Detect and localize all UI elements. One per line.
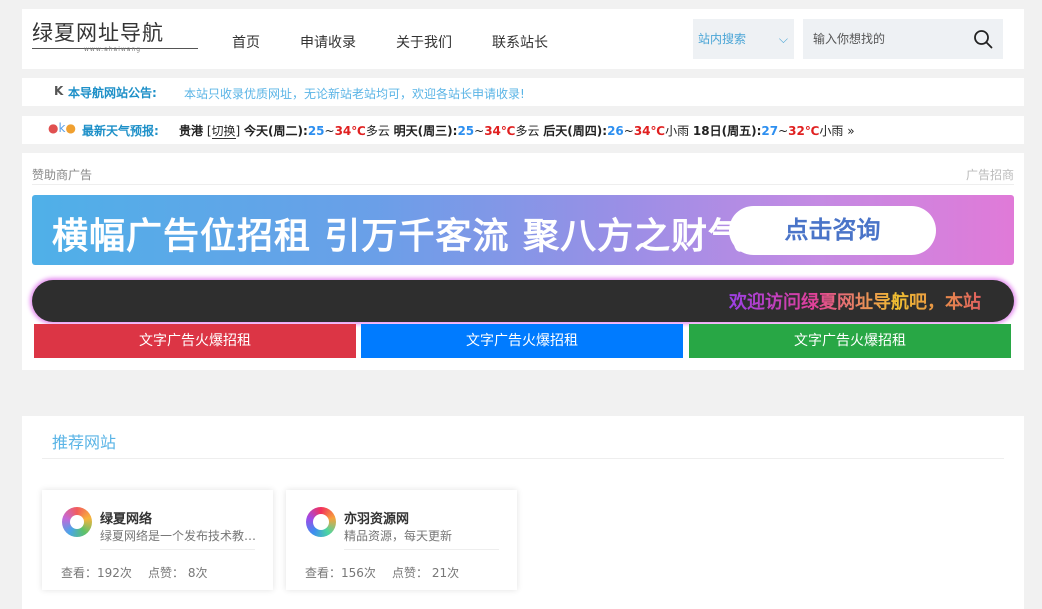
forecast-condition: 小雨 <box>665 124 690 138</box>
recommended-title: 推荐网站 <box>52 433 117 452</box>
site-description: 精品资源，每天更新 <box>344 529 453 543</box>
banner-consult-button[interactable]: 点击咨询 <box>729 206 936 255</box>
notice-text: 本站只收录优质网址，无论新站老站均可，欢迎各站长申请收录! <box>184 87 525 101</box>
site-name: 绿夏网络 <box>100 512 153 527</box>
forecast-high: 32℃ <box>788 124 820 138</box>
site-views: 查看：192次 <box>61 566 132 580</box>
notice-bar: K 本导航网站公告: 本站只收录优质网址，无论新站老站均可，欢迎各站长申请收录! <box>22 78 1024 106</box>
nav-apply[interactable]: 申请收录 <box>300 9 356 69</box>
weather-more-icon[interactable]: » <box>847 124 854 138</box>
weather-bar: ●k● 最新天气预报: 贵港 [切换] 今天(周二):25~34℃多云 明天(周… <box>22 116 1024 144</box>
site-logo-icon <box>62 507 92 537</box>
forecast-day: 后天(周四): <box>543 124 608 138</box>
forecast-low: 25 <box>307 124 325 138</box>
nav-contact[interactable]: 联系站长 <box>492 9 548 69</box>
chevron-down-icon: ⌵ <box>778 32 788 46</box>
banner-text: 横幅广告位招租 引万千客流 聚八方之财气 <box>52 216 746 257</box>
forecast-day: 今天(周二): <box>244 124 308 138</box>
sponsor-ads-panel: 赞助商广告 广告招商 横幅广告位招租 引万千客流 聚八方之财气 点击咨询 欢迎访… <box>22 153 1024 370</box>
text-ad-red[interactable]: 文字广告火爆招租 <box>34 324 356 358</box>
nav-about[interactable]: 关于我们 <box>396 9 452 69</box>
forecast-low: 25 <box>457 124 475 138</box>
banner-ad[interactable]: 横幅广告位招租 引万千客流 聚八方之财气 点击咨询 <box>32 195 1014 265</box>
search-icon[interactable] <box>973 29 993 49</box>
recommended-sites-panel: 推荐网站 绿夏网络 绿夏网络是一个发布技术教程的网站 查看：192次 点赞： 8… <box>22 416 1024 609</box>
search-placeholder: 输入你想找的 <box>813 32 886 46</box>
site-logo[interactable]: 绿夏网址导航 www.ahaiwang <box>32 21 198 53</box>
weather-city: 贵港 <box>179 124 204 138</box>
forecast-high: 34℃ <box>633 124 666 138</box>
notice-icon: K <box>54 84 64 98</box>
text-ad-blue[interactable]: 文字广告火爆招租 <box>361 324 683 358</box>
ads-title: 赞助商广告 <box>32 168 93 182</box>
forecast-low: 27 <box>761 124 779 138</box>
marquee-text: 欢迎访问绿夏网址导航吧，本站 <box>729 288 981 314</box>
site-views: 查看：156次 <box>305 566 376 580</box>
forecast-condition: 多云 <box>515 124 540 138</box>
notice-label: 本导航网站公告: <box>68 86 157 100</box>
divider <box>344 549 499 550</box>
weather-forecast: 贵港 [切换] 今天(周二):25~34℃多云 明天(周三):25~34℃多云 … <box>179 124 855 139</box>
weather-icon: ●k● <box>48 121 76 135</box>
divider <box>100 549 255 550</box>
forecast-condition: 小雨 <box>819 124 844 138</box>
forecast-condition: 多云 <box>365 124 390 138</box>
divider <box>42 458 1004 459</box>
forecast-day: 18日(周五): <box>692 124 762 138</box>
site-name: 亦羽资源网 <box>344 512 410 527</box>
logo-subtext: www.ahaiwang <box>84 46 142 53</box>
search-input[interactable]: 输入你想找的 <box>803 19 1003 59</box>
search-scope-select[interactable]: 站内搜索 ⌵ <box>693 19 794 59</box>
logo-text: 绿夏网址导航 <box>32 21 164 45</box>
forecast-high: 34℃ <box>334 124 366 138</box>
weather-label: 最新天气预报: <box>82 124 159 138</box>
site-likes: 点赞： 8次 <box>148 566 208 580</box>
weather-switch-link[interactable]: 切换 <box>211 124 236 139</box>
site-logo-icon <box>306 507 336 537</box>
forecast-low: 26 <box>607 124 624 138</box>
welcome-marquee: 欢迎访问绿夏网址导航吧，本站 <box>32 280 1014 322</box>
site-description: 绿夏网络是一个发布技术教程的网站 <box>100 529 260 543</box>
nav-home[interactable]: 首页 <box>232 9 260 69</box>
site-card[interactable]: 绿夏网络 绿夏网络是一个发布技术教程的网站 查看：192次 点赞： 8次 <box>42 490 273 590</box>
site-likes: 点赞： 21次 <box>392 566 460 580</box>
ads-recruit-link[interactable]: 广告招商 <box>966 166 1014 183</box>
top-header: 绿夏网址导航 www.ahaiwang 首页 申请收录 关于我们 联系站长 站内… <box>22 9 1024 69</box>
text-ad-green[interactable]: 文字广告火爆招租 <box>689 324 1011 358</box>
forecast-day: 明天(周三): <box>393 124 458 138</box>
divider <box>32 184 1014 185</box>
search-scope-value: 站内搜索 <box>698 32 747 46</box>
site-card[interactable]: 亦羽资源网 精品资源，每天更新 查看：156次 点赞： 21次 <box>286 490 517 590</box>
forecast-high: 34℃ <box>484 124 516 138</box>
main-nav: 首页 申请收录 关于我们 联系站长 <box>232 9 588 69</box>
